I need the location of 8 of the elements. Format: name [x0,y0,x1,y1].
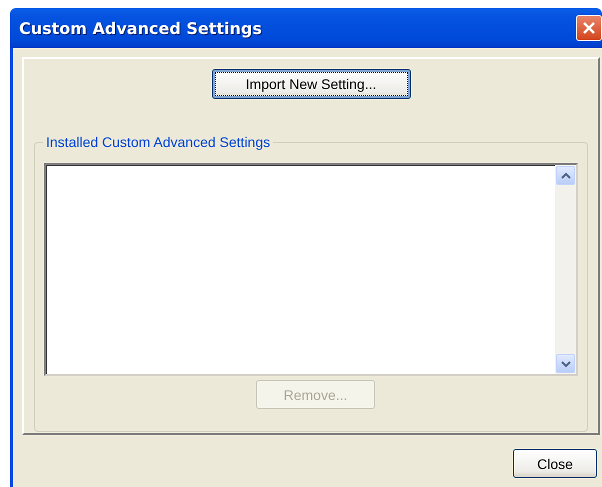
scroll-down-icon[interactable] [556,354,575,373]
close-icon[interactable] [576,15,602,41]
window-title: Custom Advanced Settings [19,18,262,38]
group-title: Installed Custom Advanced Settings [43,134,274,150]
scroll-up-icon[interactable] [556,166,575,185]
scrollbar[interactable] [555,165,576,374]
close-button[interactable]: Close [513,449,597,478]
import-button[interactable]: Import New Setting... [212,69,410,99]
